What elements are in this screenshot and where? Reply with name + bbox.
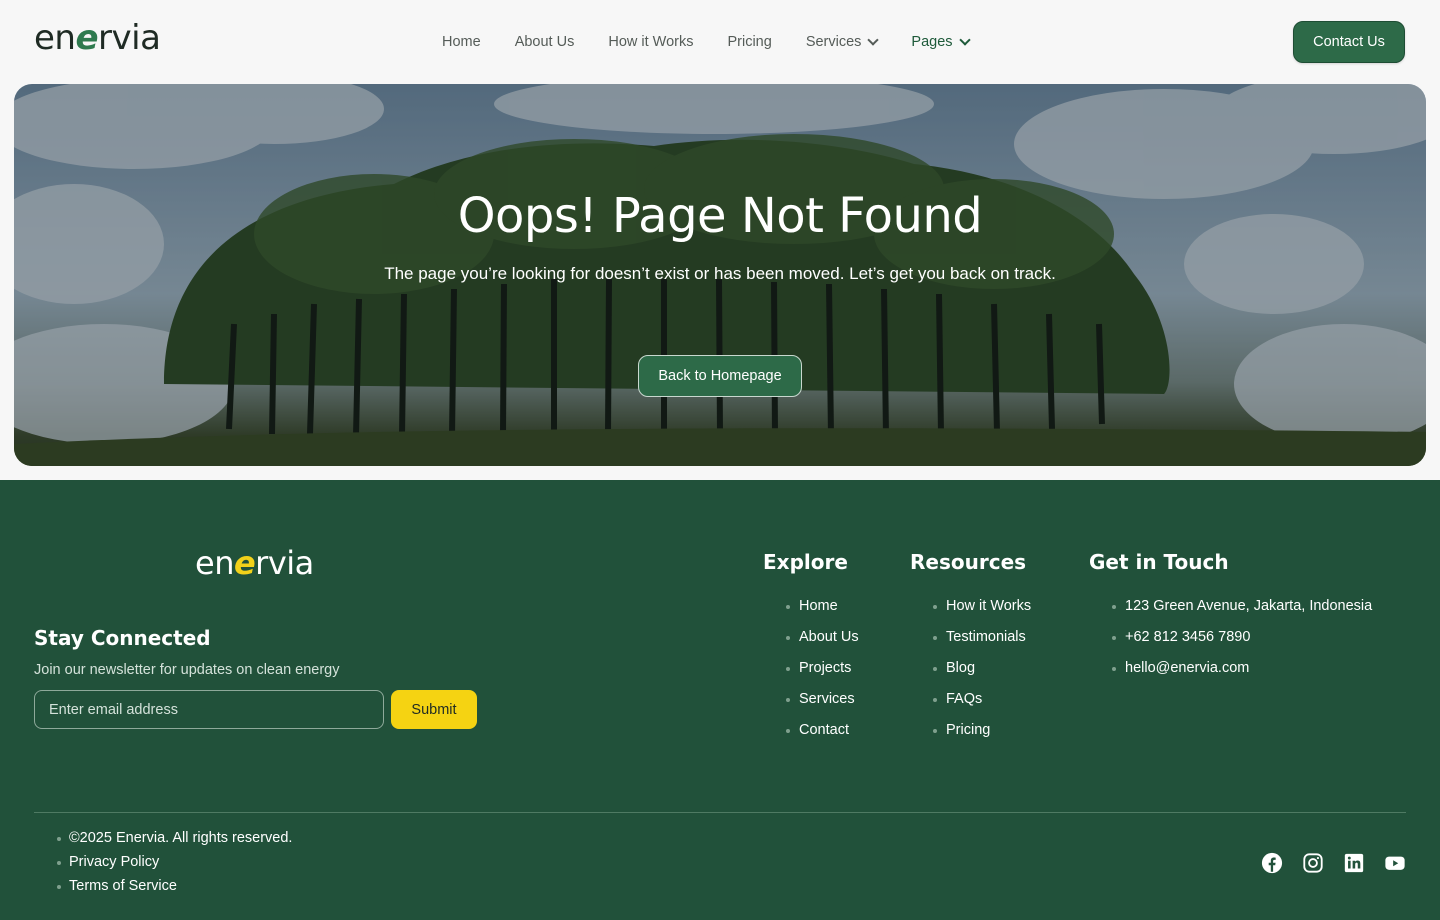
- bullet: [57, 861, 61, 865]
- email-text: hello@enervia.com: [1125, 660, 1250, 676]
- contact-us-button[interactable]: Contact Us: [1293, 21, 1405, 63]
- bullet: [786, 667, 790, 671]
- explore-links: Home About Us Projects Services Contact: [786, 598, 859, 753]
- logo[interactable]: en e rvia: [34, 18, 161, 58]
- link-label: Projects: [799, 660, 852, 676]
- contact-address: 123 Green Avenue, Jakarta, Indonesia: [1112, 598, 1372, 629]
- bullet: [1112, 605, 1116, 609]
- terms-of-service-link[interactable]: Terms of Service: [57, 878, 292, 902]
- link-label: Terms of Service: [69, 878, 177, 894]
- newsletter-subtitle: Join our newsletter for updates on clean…: [34, 662, 340, 678]
- link-label: Pricing: [946, 722, 991, 738]
- chevron-down-icon: [958, 34, 971, 46]
- phone-text: +62 812 3456 7890: [1125, 629, 1251, 645]
- copyright-label: ©2025 Enervia. All rights reserved.: [69, 830, 293, 846]
- contact-heading: Get in Touch: [1089, 550, 1229, 574]
- bullet: [1112, 636, 1116, 640]
- back-to-homepage-button[interactable]: Back to Homepage: [638, 355, 802, 397]
- social-links: [1261, 852, 1406, 874]
- bullet: [933, 667, 937, 671]
- contact-email[interactable]: hello@enervia.com: [1112, 660, 1372, 691]
- bullet: [933, 729, 937, 733]
- link-label: How it Works: [946, 598, 1032, 614]
- nav-label: Home: [442, 34, 481, 50]
- chevron-down-icon: [867, 34, 880, 46]
- nav-label: Services: [805, 34, 862, 50]
- link-label: Privacy Policy: [69, 854, 160, 870]
- facebook-icon[interactable]: [1261, 852, 1283, 874]
- contact-phone[interactable]: +62 812 3456 7890: [1112, 629, 1372, 660]
- bullet: [1112, 667, 1116, 671]
- link-label: Home: [799, 598, 838, 614]
- nav-how-it-works[interactable]: How it Works: [608, 30, 693, 54]
- bullet: [933, 698, 937, 702]
- linkedin-icon[interactable]: [1343, 852, 1365, 874]
- bullet: [933, 636, 937, 640]
- footer-link-services[interactable]: Services: [786, 691, 859, 722]
- resources-links: How it Works Testimonials Blog FAQs Pric…: [933, 598, 1031, 753]
- resources-heading: Resources: [910, 550, 1027, 574]
- nav-label: Pricing: [727, 34, 772, 50]
- nav-services-dropdown[interactable]: Services: [805, 30, 880, 54]
- footer-link-contact[interactable]: Contact: [786, 722, 859, 753]
- link-label: FAQs: [946, 691, 983, 707]
- instagram-icon[interactable]: [1302, 852, 1324, 874]
- footer-divider: [34, 812, 1406, 813]
- hero-banner: Oops! Page Not Found The page you’re loo…: [14, 84, 1426, 466]
- logo-leaf-letter: e: [75, 18, 99, 58]
- link-label: About Us: [799, 629, 859, 645]
- newsletter-title: Stay Connected: [34, 626, 211, 650]
- logo-text-start: en: [195, 544, 234, 582]
- nav-pages-dropdown[interactable]: Pages: [911, 30, 971, 54]
- bullet: [57, 885, 61, 889]
- bullet: [786, 698, 790, 702]
- youtube-icon[interactable]: [1384, 852, 1406, 874]
- legal-links: ©2025 Enervia. All rights reserved. Priv…: [57, 830, 292, 902]
- footer-link-faqs[interactable]: FAQs: [933, 691, 1031, 722]
- copyright-text: ©2025 Enervia. All rights reserved.: [57, 830, 292, 854]
- nav-home[interactable]: Home: [442, 30, 481, 54]
- footer-link-how-it-works[interactable]: How it Works: [933, 598, 1031, 629]
- link-label: Testimonials: [946, 629, 1026, 645]
- page-subtitle: The page you’re looking for doesn’t exis…: [384, 264, 1056, 283]
- nav-pricing[interactable]: Pricing: [727, 30, 771, 54]
- footer-link-pricing[interactable]: Pricing: [933, 722, 1031, 753]
- link-label: Blog: [946, 660, 976, 676]
- newsletter-submit-button[interactable]: Submit: [391, 690, 477, 729]
- logo-text-end: rvia: [98, 18, 161, 58]
- logo-text-end: rvia: [255, 544, 314, 582]
- footer-link-about-us[interactable]: About Us: [786, 629, 859, 660]
- bullet: [786, 729, 790, 733]
- bullet: [786, 636, 790, 640]
- explore-heading: Explore: [763, 550, 848, 574]
- bullet: [786, 605, 790, 609]
- newsletter-email-input[interactable]: [34, 690, 384, 729]
- nav-label: How it Works: [608, 34, 694, 50]
- logo-leaf-letter: e: [233, 544, 256, 582]
- logo-text-start: en: [34, 18, 76, 58]
- footer-logo[interactable]: enervia: [195, 544, 314, 582]
- contact-info: 123 Green Avenue, Jakarta, Indonesia +62…: [1112, 598, 1372, 691]
- nav-label: About Us: [514, 34, 575, 50]
- site-footer: enervia Stay Connected Join our newslett…: [0, 480, 1440, 920]
- link-label: Services: [799, 691, 855, 707]
- footer-link-home[interactable]: Home: [786, 598, 859, 629]
- footer-link-blog[interactable]: Blog: [933, 660, 1031, 691]
- link-label: Contact: [799, 722, 849, 738]
- footer-link-projects[interactable]: Projects: [786, 660, 859, 691]
- privacy-policy-link[interactable]: Privacy Policy: [57, 854, 292, 878]
- page-title: Oops! Page Not Found: [457, 188, 983, 244]
- nav-label: Pages: [911, 34, 953, 50]
- nav-about-us[interactable]: About Us: [515, 30, 575, 54]
- main-nav: Home About Us How it Works Pricing Servi…: [442, 30, 1003, 54]
- address-text: 123 Green Avenue, Jakarta, Indonesia: [1125, 598, 1373, 614]
- bullet: [57, 837, 61, 841]
- bullet: [933, 605, 937, 609]
- site-header: en e rvia Home About Us How it Works Prici…: [0, 0, 1440, 84]
- footer-link-testimonials[interactable]: Testimonials: [933, 629, 1031, 660]
